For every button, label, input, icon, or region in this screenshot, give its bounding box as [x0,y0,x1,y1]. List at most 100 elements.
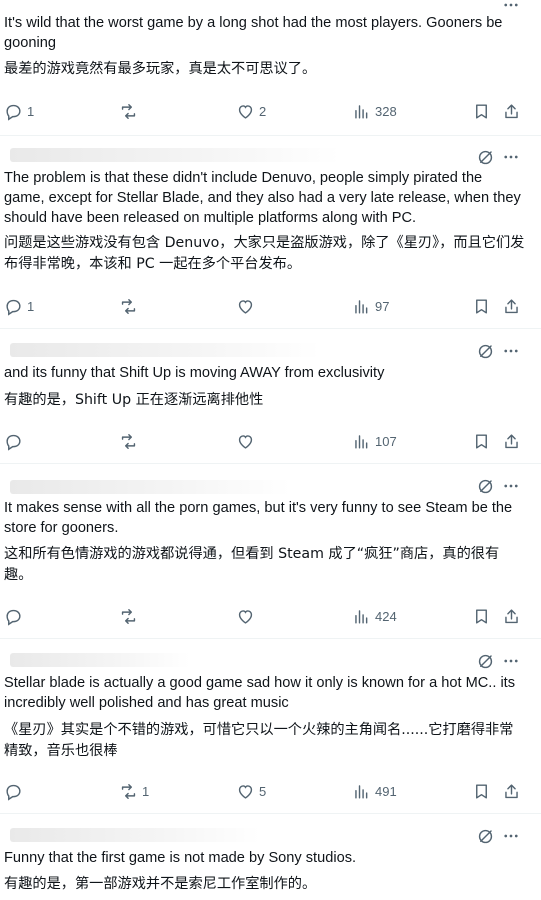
like-button[interactable] [236,604,259,628]
grok-icon[interactable] [474,475,496,497]
post-text: It makes sense with all the porn games, … [4,500,513,536]
bookmark-button[interactable] [472,779,491,803]
views-button[interactable]: 491 [352,779,397,803]
like-icon [238,299,253,314]
more-icon[interactable] [500,146,522,168]
author-header-blurred [10,343,320,357]
grok-icon[interactable] [474,146,496,168]
views-count: 97 [375,298,390,314]
reply-button[interactable]: 1 [4,99,34,123]
post-text: The problem is that these didn't include… [4,170,521,226]
more-icon[interactable] [500,475,522,497]
post-translation: 有趣的是，Shift Up 正在逐渐远离排他性 [4,392,264,408]
repost-button[interactable] [119,604,142,628]
like-button[interactable]: 2 [236,99,266,123]
post-translation: 最差的游戏竟然有最多玩家，真是太不可思议了。 [4,61,317,77]
grok-icon[interactable] [474,650,496,672]
post-text: Funny that the first game is not made by… [4,850,357,866]
bookmark-icon [476,103,487,119]
repost-count: 1 [142,783,150,799]
like-button[interactable] [236,294,259,318]
more-icon[interactable] [500,650,522,672]
like-button[interactable]: 5 [236,779,266,803]
post[interactable]: It makes sense with all the porn games, … [0,464,541,639]
post-text: It's wild that the worst game by a long … [4,15,503,51]
share-icon [505,608,518,623]
repost-icon [121,103,136,119]
author-header-blurred [10,828,260,842]
views-icon [355,299,368,314]
views-button[interactable]: 107 [352,429,397,453]
author-header-blurred [10,148,340,162]
more-icon[interactable] [500,340,522,362]
grok-icon[interactable] [474,340,496,362]
bookmark-button[interactable] [472,99,491,123]
bookmark-icon [476,783,487,799]
bookmark-icon [476,433,487,449]
post-text: Stellar blade is actually a good game sa… [4,675,516,711]
views-button[interactable]: 97 [352,294,389,318]
share-button[interactable] [502,294,521,318]
reply-icon [6,299,21,316]
views-icon [355,609,368,624]
reply-button[interactable] [4,429,27,453]
reply-icon [6,434,21,451]
post-actions: 1 97 [0,294,541,318]
post[interactable]: Funny that the first game is not made by… [0,814,541,900]
repost-button[interactable] [119,429,142,453]
repost-button[interactable] [119,294,142,318]
bookmark-button[interactable] [472,429,491,453]
bookmark-icon [476,608,487,624]
reply-icon [6,104,21,121]
like-count: 2 [259,103,267,119]
views-button[interactable]: 328 [352,99,397,123]
post[interactable]: Stellar blade is actually a good game sa… [0,639,541,814]
bookmark-button[interactable] [472,294,491,318]
share-icon [505,298,518,313]
views-button[interactable]: 424 [352,604,397,628]
reply-button[interactable] [4,779,27,803]
repost-button[interactable]: 1 [119,779,149,803]
views-count: 424 [375,608,397,624]
reply-button[interactable]: 1 [4,294,34,318]
like-icon [238,784,253,799]
views-count: 107 [375,433,397,449]
author-header-blurred [10,480,290,494]
post-translation: 《星刃》其实是个不错的游戏，可惜它只以一个火辣的主角闻名......它打磨得非常… [4,722,514,759]
post-actions: 107 [0,429,541,453]
post[interactable]: and its funny that Shift Up is moving AW… [0,329,541,464]
post[interactable]: The problem is that these didn't include… [0,136,541,329]
repost-button[interactable] [119,99,142,123]
author-header-blurred [10,653,190,667]
share-icon [505,433,518,448]
like-button[interactable] [236,429,259,453]
share-button[interactable] [502,779,521,803]
reply-count: 1 [27,298,35,314]
reply-icon [6,784,21,801]
repost-icon [121,433,136,449]
post-translation: 有趣的是，第一部游戏并不是索尼工作室制作的。 [4,876,317,892]
reply-icon [6,609,21,626]
post-text: and its funny that Shift Up is moving AW… [4,365,385,381]
reply-button[interactable] [4,604,27,628]
views-icon [355,434,368,449]
views-icon [355,104,368,119]
post-actions: 424 [0,604,541,628]
post-actions: 1 5 491 [0,779,541,803]
share-button[interactable] [502,604,521,628]
post-translation: 这和所有色情游戏的游戏都说得通，但看到 Steam 成了“疯狂”商店，真的很有趣… [4,546,500,583]
bookmark-icon [476,298,487,314]
views-icon [355,784,368,799]
share-button[interactable] [502,99,521,123]
share-icon [505,783,518,798]
grok-icon[interactable] [474,825,496,847]
share-button[interactable] [502,429,521,453]
like-count: 5 [259,783,267,799]
bookmark-button[interactable] [472,604,491,628]
like-icon [238,434,253,449]
post[interactable]: It's wild that the worst game by a long … [0,0,541,136]
more-icon[interactable] [500,825,522,847]
post-actions: 1 2 328 [0,99,541,123]
like-icon [238,609,253,624]
like-icon [238,104,253,119]
